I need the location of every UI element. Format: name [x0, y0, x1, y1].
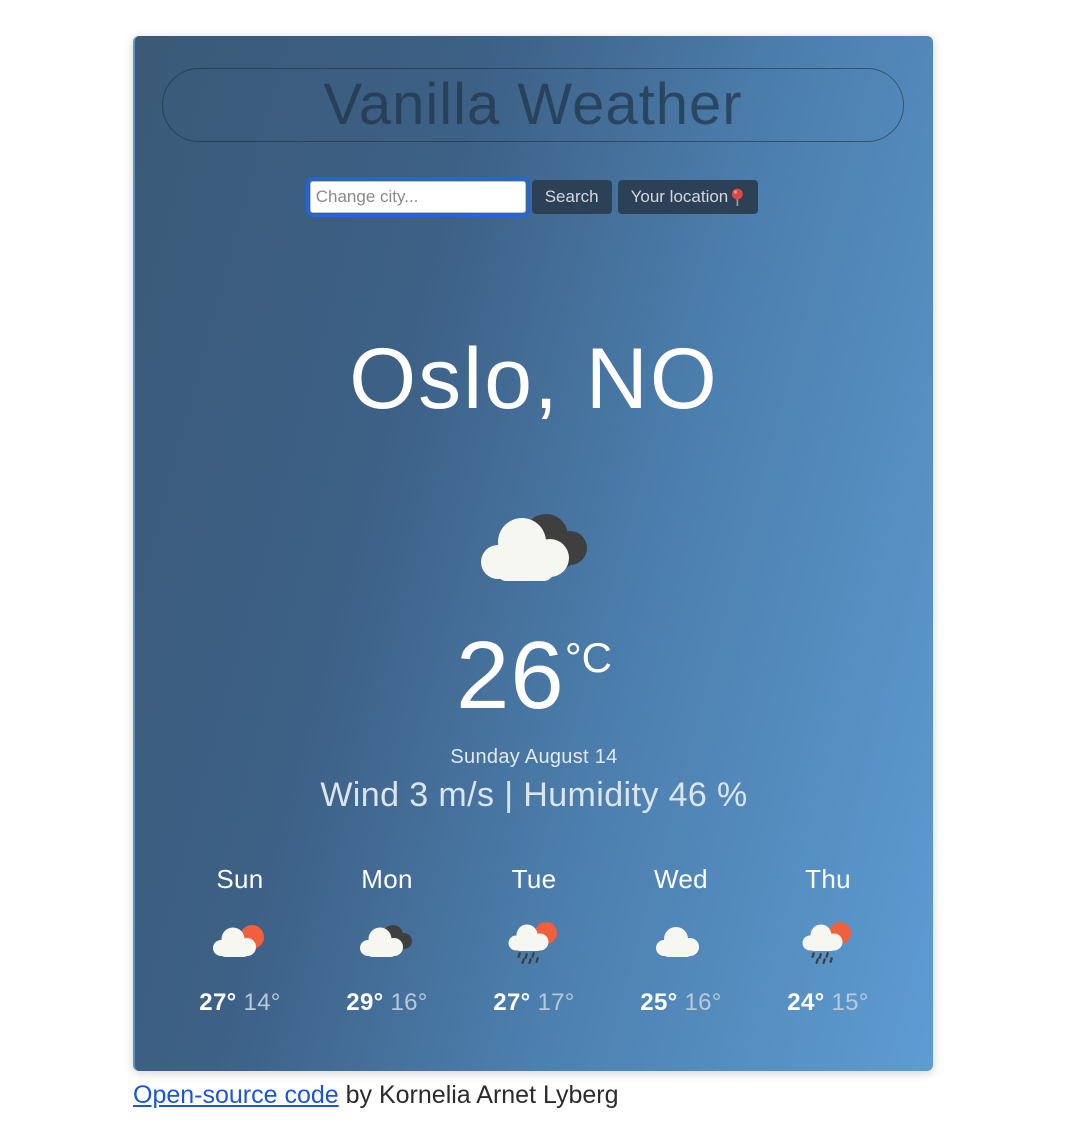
white-cloud-behind-dark-cloud-icon	[481, 514, 587, 581]
forecast-temps: 27° 14°	[175, 989, 305, 1017]
forecast-row: Sun 27° 14° Mon 29° 16° Tue 27° 17° Wed …	[175, 864, 893, 1017]
forecast-low: 16°	[684, 989, 722, 1016]
your-location-button[interactable]: Your location	[617, 180, 759, 214]
forecast-day-2: Tue 27° 17°	[469, 864, 599, 1017]
forecast-day-label: Tue	[511, 864, 557, 894]
footer-credit: Open-source code by Kornelia Arnet Lyber…	[133, 1081, 619, 1110]
forecast-temps: 29° 16°	[322, 989, 452, 1017]
current-temperature-block: 26°C Sunday August 14	[135, 628, 933, 769]
current-date: Sunday August 14	[450, 746, 618, 768]
forecast-day-label: Thu	[805, 864, 851, 894]
forecast-low: 17°	[537, 989, 575, 1016]
forecast-day-label: Wed	[654, 864, 708, 894]
temperature-unit: °C	[564, 634, 612, 681]
app-title-banner: Vanilla Weather	[162, 68, 904, 142]
temperature-value: 26	[456, 622, 565, 729]
forecast-high: 25°	[640, 989, 678, 1016]
forecast-day-label: Mon	[361, 864, 413, 894]
forecast-day-label: Sun	[216, 864, 264, 894]
forecast-high: 27°	[493, 989, 531, 1016]
round-pushpin-icon	[730, 188, 745, 207]
forecast-day-1: Mon 29° 16°	[322, 864, 452, 1017]
search-button-label: Search	[544, 187, 599, 206]
app-title: Vanilla Weather	[323, 72, 743, 137]
search-bar: Search Your location	[135, 177, 933, 217]
forecast-low: 16°	[390, 989, 428, 1016]
sun-behind-rain-cloud-icon	[763, 917, 893, 969]
temperature-row: 26°C	[135, 628, 933, 724]
forecast-temps: 25° 16°	[616, 989, 746, 1017]
author-credit: by Kornelia Arnet Lyberg	[338, 1081, 619, 1109]
your-location-label: Your location	[630, 187, 729, 206]
wind-humidity-line: Wind 3 m/s | Humidity 46 %	[320, 776, 748, 814]
forecast-temps: 24° 15°	[763, 989, 893, 1017]
forecast-day-0: Sun 27° 14°	[175, 864, 305, 1017]
sun-behind-cloud-icon	[175, 917, 305, 969]
forecast-temps: 27° 17°	[469, 989, 599, 1017]
forecast-high: 29°	[346, 989, 384, 1016]
sun-behind-rain-cloud-icon	[469, 917, 599, 969]
cloud-behind-dark-cloud-icon	[322, 917, 452, 969]
forecast-high: 27°	[199, 989, 237, 1016]
current-city-name: Oslo, NO	[349, 331, 719, 427]
forecast-low: 14°	[243, 989, 281, 1016]
forecast-day-3: Wed 25° 16°	[616, 864, 746, 1017]
weather-app-page: Vanilla Weather Search Your location Os	[0, 0, 1072, 1127]
current-weather-icon	[135, 504, 933, 608]
forecast-low: 15°	[831, 989, 869, 1016]
forecast-high: 24°	[787, 989, 825, 1016]
open-source-code-link[interactable]: Open-source code	[133, 1081, 339, 1109]
weather-card: Vanilla Weather Search Your location Os	[133, 36, 933, 1071]
city-search-input[interactable]	[305, 177, 530, 217]
forecast-day-4: Thu 24° 15°	[763, 864, 893, 1017]
search-button[interactable]: Search	[531, 180, 612, 214]
cloud-icon	[616, 917, 746, 969]
